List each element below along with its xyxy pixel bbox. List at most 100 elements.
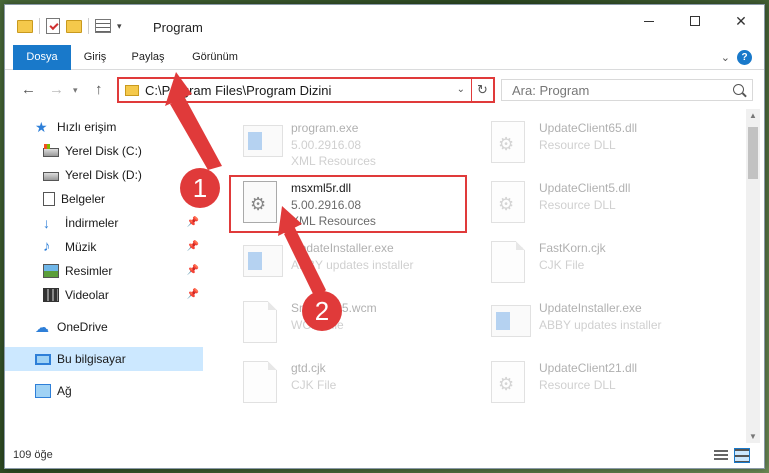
scroll-up-icon[interactable]: ▲ [749, 111, 757, 120]
up-arrow-icon[interactable]: ↑ [95, 81, 103, 98]
sidebar-item-network[interactable]: Ağ [5, 379, 203, 403]
sidebar-item-documents[interactable]: Belgeler [5, 187, 203, 211]
file-tile[interactable]: UpdateClient21.dll Resource DLL [465, 355, 715, 415]
sidebar-item-label: Belgeler [61, 192, 106, 206]
tab-home[interactable]: Giriş [75, 45, 115, 70]
tiles-view-icon[interactable] [734, 448, 750, 463]
vertical-scrollbar[interactable]: ▲ ▼ [746, 109, 760, 443]
file-name: UpdateInstaller.exe [291, 241, 394, 255]
file-list: program.exe 5.00.2916.08 XML Resources U… [207, 109, 744, 439]
window-title: Program [153, 20, 203, 35]
exe-icon [491, 305, 531, 337]
navigation-bar: ← → ▾ ↑ C:\Program Files\Program Dizini … [5, 71, 764, 109]
file-name: UpdateClient65.dll [539, 121, 638, 135]
navigation-pane: ★ Hızlı erişim Yerel Disk (C:) Yerel Dis… [5, 109, 203, 439]
file-tile[interactable]: UpdateClient65.dll Resource DLL [465, 115, 715, 175]
computer-icon [35, 353, 51, 365]
network-icon [35, 384, 51, 398]
file-tile[interactable]: UpdateClient5.dll Resource DLL [465, 175, 715, 235]
star-icon: ★ [35, 119, 48, 135]
sidebar-item-label: Yerel Disk (D:) [65, 168, 142, 182]
address-path[interactable]: C:\Program Files\Program Dizini [145, 83, 331, 98]
minimize-icon [644, 20, 654, 22]
search-icon [733, 84, 744, 95]
file-tile[interactable]: SndTrack5.wcm WCM File [217, 295, 467, 355]
music-note-icon: ♪ [43, 238, 51, 255]
help-icon[interactable]: ? [737, 50, 752, 65]
dll-icon [491, 361, 525, 403]
file-tile[interactable]: gtd.cjk CJK File [217, 355, 467, 415]
sidebar-item-label: Yerel Disk (C:) [65, 144, 142, 158]
sidebar-item-label: Videolar [65, 288, 109, 302]
file-name: FastKorn.cjk [539, 241, 606, 255]
back-arrow-icon[interactable]: ← [21, 81, 36, 98]
qat-dropdown-icon[interactable]: ▾ [117, 21, 122, 32]
file-name: UpdateClient5.dll [539, 181, 631, 195]
tab-share[interactable]: Paylaş [123, 45, 173, 70]
sidebar-item-videos[interactable]: Videolar 📌 [5, 283, 203, 307]
file-name: gtd.cjk [291, 361, 326, 375]
sidebar-item-this-pc[interactable]: Bu bilgisayar [5, 347, 203, 371]
file-detail: 5.00.2916.08 [291, 138, 362, 152]
file-tile[interactable]: program.exe 5.00.2916.08 XML Resources [217, 115, 467, 175]
recent-locations-icon[interactable]: ▾ [73, 85, 78, 96]
sidebar-item-pictures[interactable]: Resimler 📌 [5, 259, 203, 283]
dll-icon [491, 121, 525, 163]
pin-icon[interactable]: 📌 [187, 289, 199, 300]
exe-icon [243, 125, 283, 157]
file-tile[interactable]: UpdateInstaller.exe ABBY updates install… [465, 295, 715, 355]
film-icon [43, 288, 59, 302]
title-bar: ▾ Program ✕ [5, 5, 764, 45]
chevron-down-icon[interactable]: ⌄ [457, 84, 465, 95]
sidebar-item-label: İndirmeler [65, 216, 119, 230]
sidebar-item-local-disk-c[interactable]: Yerel Disk (C:) [5, 139, 203, 163]
sidebar-item-local-disk-d[interactable]: Yerel Disk (D:) [5, 163, 203, 187]
sidebar-item-downloads[interactable]: ↓ İndirmeler 📌 [5, 211, 203, 235]
explorer-window: ▾ Program ✕ Dosya Giriş Paylaş Görünüm ⌄… [4, 4, 765, 469]
pin-icon[interactable]: 📌 [187, 265, 199, 276]
scroll-thumb[interactable] [748, 127, 758, 179]
maximize-icon [690, 16, 700, 26]
search-input[interactable]: Ara: Program [501, 79, 753, 101]
ribbon-expand-icon[interactable]: ⌄ [721, 51, 730, 64]
file-name: program.exe [291, 121, 359, 135]
file-detail: CJK File [291, 378, 337, 392]
tab-file[interactable]: Dosya [13, 45, 71, 70]
sidebar-item-label: Ağ [57, 384, 72, 398]
properties-icon[interactable] [95, 19, 111, 33]
close-button[interactable]: ✕ [718, 5, 764, 37]
address-bar[interactable]: C:\Program Files\Program Dizini ⌄ ↻ [117, 77, 495, 103]
cloud-icon: ☁ [35, 319, 49, 335]
properties-check-icon[interactable] [46, 18, 60, 34]
sidebar-item-music[interactable]: ♪ Müzik 📌 [5, 235, 203, 259]
file-name: UpdateInstaller.exe [539, 301, 642, 315]
drive-icon [43, 144, 59, 157]
pin-icon[interactable]: 📌 [187, 217, 199, 228]
file-detail: Resource DLL [539, 138, 616, 152]
refresh-icon[interactable]: ↻ [471, 79, 493, 101]
file-detail: ABBY updates installer [291, 258, 414, 272]
sidebar-item-onedrive[interactable]: ☁ OneDrive [5, 315, 203, 339]
sidebar-item-quick-access[interactable]: ★ Hızlı erişim [5, 115, 203, 139]
pictures-icon [43, 264, 59, 278]
file-detail: ABBY updates installer [539, 318, 662, 332]
details-view-icon[interactable] [714, 450, 728, 461]
pin-icon[interactable]: 📌 [187, 241, 199, 252]
callout-badge-1: 1 [180, 168, 220, 208]
new-folder-icon[interactable] [66, 19, 82, 33]
minimize-button[interactable] [626, 5, 672, 37]
sidebar-item-label: Bu bilgisayar [57, 352, 126, 366]
callout-badge-2: 2 [302, 291, 342, 331]
scroll-down-icon[interactable]: ▼ [749, 432, 757, 441]
sidebar-item-label: Hızlı erişim [57, 120, 117, 134]
dll-icon [491, 181, 525, 223]
folder-icon[interactable] [17, 19, 33, 33]
file-tile[interactable]: FastKorn.cjk CJK File [465, 235, 715, 295]
forward-arrow-icon[interactable]: → [49, 81, 64, 98]
cjk-file-icon [243, 361, 277, 403]
status-bar: 109 öğe [5, 444, 764, 468]
maximize-button[interactable] [672, 5, 718, 37]
file-tile[interactable]: UpdateInstaller.exe ABBY updates install… [217, 235, 467, 295]
download-icon: ↓ [43, 215, 50, 231]
tab-view[interactable]: Görünüm [180, 45, 250, 70]
